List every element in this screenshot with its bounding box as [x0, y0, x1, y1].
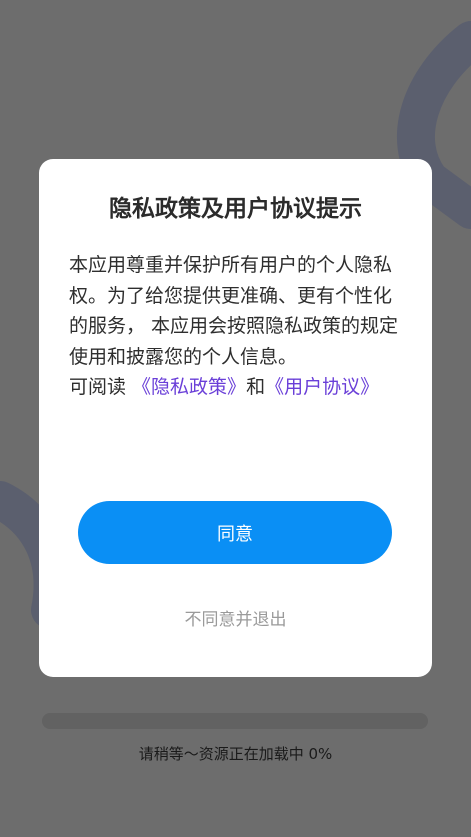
- dialog-body-text: 本应用尊重并保护所有用户的个人隐私权。为了给您提供更准确、更有个性化的服务， 本…: [69, 254, 399, 368]
- agree-button[interactable]: 同意: [78, 501, 392, 564]
- dialog-title: 隐私政策及用户协议提示: [109, 196, 362, 222]
- loading-progress-bar: [42, 713, 428, 729]
- privacy-policy-link[interactable]: 《隐私政策》: [132, 376, 246, 398]
- dialog-links-line: 可阅读 《隐私政策》和《用户协议》: [69, 372, 402, 403]
- privacy-dialog: 隐私政策及用户协议提示 本应用尊重并保护所有用户的个人隐私权。为了给您提供更准确…: [39, 159, 432, 677]
- loading-status-text: 请稍等～资源正在加载中 0%: [138, 745, 333, 763]
- dialog-body: 本应用尊重并保护所有用户的个人隐私权。为了给您提供更准确、更有个性化的服务， 本…: [69, 250, 402, 403]
- read-prefix: 可阅读: [69, 376, 133, 398]
- user-agreement-link[interactable]: 《用户协议》: [265, 376, 379, 398]
- connector-text: 和: [246, 376, 266, 398]
- decline-and-exit-button[interactable]: 不同意并退出: [39, 605, 432, 630]
